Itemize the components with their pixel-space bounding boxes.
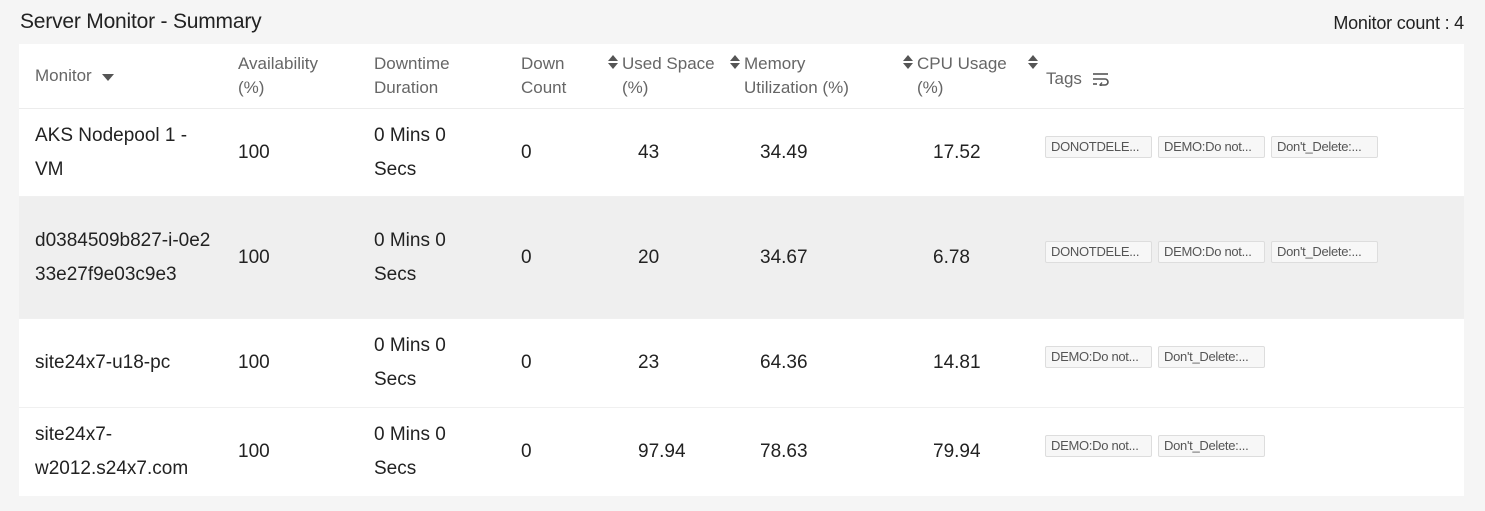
caret-down-icon[interactable] [101,74,114,81]
availability: 100 [238,318,374,408]
tags-cell: DEMO:Do not... Don't_Delete:... [1042,318,1464,408]
tag-chip[interactable]: Don't_Delete:... [1271,240,1378,263]
wrap-text-icon[interactable] [1092,72,1110,86]
monitor-name[interactable]: AKS Nodepool 1 - VM [19,108,238,197]
memory-utilization: 34.49 [744,108,917,197]
downtime: 0 Mins 0 Secs [374,423,446,479]
tag-chip[interactable]: DEMO:Do not... [1158,240,1265,263]
monitor-name[interactable]: site24x7-u18-pc [19,318,238,408]
monitor-name[interactable]: site24x7-w2012.s24x7.com [19,408,238,496]
column-label: Tags [1046,69,1082,88]
availability: 100 [238,196,374,319]
used-space: 20 [622,196,744,319]
downtime: 0 Mins 0 Secs [374,108,521,197]
column-label: Down Count [521,54,567,97]
tag-chip[interactable]: Don't_Delete:... [1158,346,1265,368]
column-header-availability: Availability (%) [238,44,374,109]
memory-utilization: 64.36 [744,318,917,408]
table-row[interactable]: site24x7-u18-pc 100 0 Mins 0 Secs 0 23 6… [19,318,1464,408]
down-count: 0 [521,440,532,462]
column-label: Monitor [35,66,92,85]
summary-table-panel: Monitor Availability (%) Downtime Durati… [19,44,1464,496]
memory-utilization: 34.67 [744,196,917,319]
tag-chip[interactable]: DEMO:Do not... [1045,346,1152,368]
tag-chip[interactable]: DEMO:Do not... [1158,135,1265,158]
tag-chip[interactable]: DEMO:Do not... [1045,434,1152,457]
column-label: Memory Utilization (%) [744,54,849,97]
downtime: 0 Mins 0 Secs [374,318,521,408]
sort-up-down-icon[interactable] [608,53,618,71]
used-space: 97.94 [638,440,686,462]
column-header-memory[interactable]: Memory Utilization (%) [744,44,917,109]
cpu-usage: 6.78 [917,196,1042,319]
column-label: Used Space (%) [622,54,715,97]
tag-chip[interactable]: Don't_Delete:... [1158,434,1265,457]
column-label: Availability (%) [238,54,319,97]
memory-utilization: 78.63 [760,440,808,462]
monitor-name[interactable]: d0384509b827-i-0e233e27f9e03c9e3 [19,196,238,319]
used-space: 23 [622,318,744,408]
table-row[interactable]: site24x7-w2012.s24x7.com 100 0 Mins 0 Se… [19,408,1464,496]
down-count: 0 [521,196,622,319]
cpu-usage: 17.52 [917,108,1042,197]
table-header-row: Monitor Availability (%) Downtime Durati… [19,44,1464,109]
column-header-monitor[interactable]: Monitor [19,44,238,109]
cpu-usage: 79.94 [933,440,981,462]
tag-chip[interactable]: DONOTDELE... [1045,240,1152,263]
availability: 100 [238,108,374,197]
tag-chip[interactable]: DONOTDELE... [1045,135,1152,158]
column-header-cpu[interactable]: CPU Usage (%) [917,44,1042,109]
column-label: CPU Usage (%) [917,54,1007,97]
down-count: 0 [521,318,622,408]
table-row[interactable]: AKS Nodepool 1 - VM 100 0 Mins 0 Secs 0 … [19,108,1464,197]
sort-up-down-icon[interactable] [730,53,740,71]
column-header-down-count[interactable]: Down Count [521,44,622,109]
tags-cell: DONOTDELE... DEMO:Do not... Don't_Delete:.… [1042,196,1464,319]
table-row[interactable]: d0384509b827-i-0e233e27f9e03c9e3 100 0 M… [19,196,1464,319]
monitor-count: Monitor count : 4 [1333,13,1464,33]
page-title: Server Monitor - Summary [20,10,262,33]
column-header-tags: Tags [1042,44,1464,109]
used-space: 43 [622,108,744,197]
summary-table: Monitor Availability (%) Downtime Durati… [19,44,1464,495]
sort-up-down-icon[interactable] [903,53,913,71]
tags-cell: DEMO:Do not... Don't_Delete:... [1042,408,1464,496]
column-header-used-space[interactable]: Used Space (%) [622,44,744,109]
availability: 100 [238,440,270,462]
sort-up-down-icon[interactable] [1028,53,1038,71]
down-count: 0 [521,108,622,197]
column-label: Downtime Duration [374,54,450,97]
column-header-downtime: Downtime Duration [374,44,521,109]
cpu-usage: 14.81 [917,318,1042,408]
tags-cell: DONOTDELE... DEMO:Do not... Don't_Delete:.… [1042,108,1464,197]
downtime: 0 Mins 0 Secs [374,196,521,319]
tag-chip[interactable]: Don't_Delete:... [1271,135,1378,158]
